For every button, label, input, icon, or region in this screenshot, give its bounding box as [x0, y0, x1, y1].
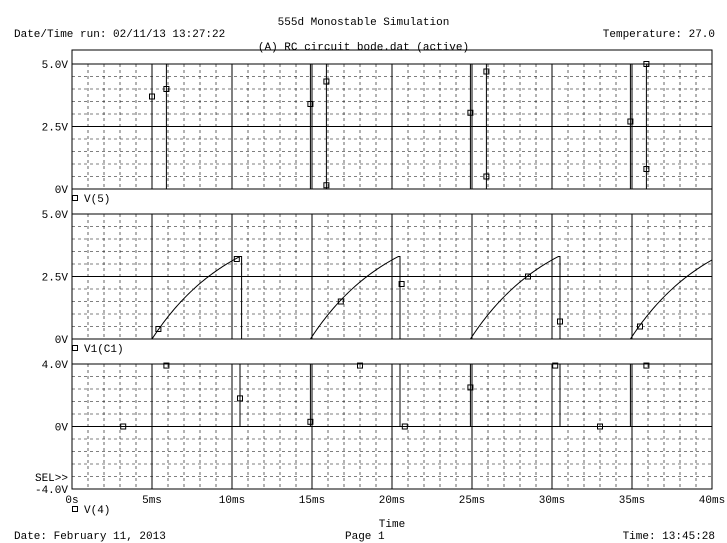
footer-time: Time: 13:45:28 — [622, 531, 715, 543]
legend-label: V(5) — [84, 194, 110, 206]
footer-date: Date: February 11, 2013 — [14, 531, 166, 543]
footer-page: Page 1 — [345, 531, 385, 543]
legend-label: V1(C1) — [84, 344, 124, 356]
x-tick-label: 20ms — [379, 495, 405, 507]
x-tick-label: 10ms — [219, 495, 245, 507]
x-tick-label: 35ms — [619, 495, 645, 507]
y-tick-label: 0V — [55, 423, 69, 435]
legend-marker — [72, 345, 78, 351]
x-tick-label: 5ms — [142, 495, 162, 507]
sel-marker: SEL>> — [35, 473, 68, 485]
simulation-plot: 0V 2.5V 5.0V V(5) 0V 2.5V 5.0V V1(C1) -4.0V 0V 4.0… — [35, 49, 725, 531]
y-tick-label: 5.0V — [42, 60, 69, 72]
y-tick-label: 2.5V — [42, 273, 69, 285]
y-tick-label: 4.0V — [42, 360, 69, 372]
legend-marker — [72, 195, 78, 201]
y-tick-label: 2.5V — [42, 123, 69, 135]
x-tick-label: 15ms — [299, 495, 325, 507]
y-tick-label: 5.0V — [42, 210, 69, 222]
y-tick-label: -4.0V — [35, 485, 68, 497]
y-tick-label: 0V — [55, 185, 69, 197]
x-tick-label: 0s — [65, 495, 78, 507]
x-axis-label: Time — [379, 519, 405, 531]
x-tick-label: 40ms — [699, 495, 725, 507]
x-tick-label: 25ms — [459, 495, 485, 507]
y-tick-label: 0V — [55, 335, 69, 347]
legend-label: V(4) — [84, 505, 110, 517]
x-tick-label: 30ms — [539, 495, 565, 507]
legend-marker — [72, 506, 78, 512]
